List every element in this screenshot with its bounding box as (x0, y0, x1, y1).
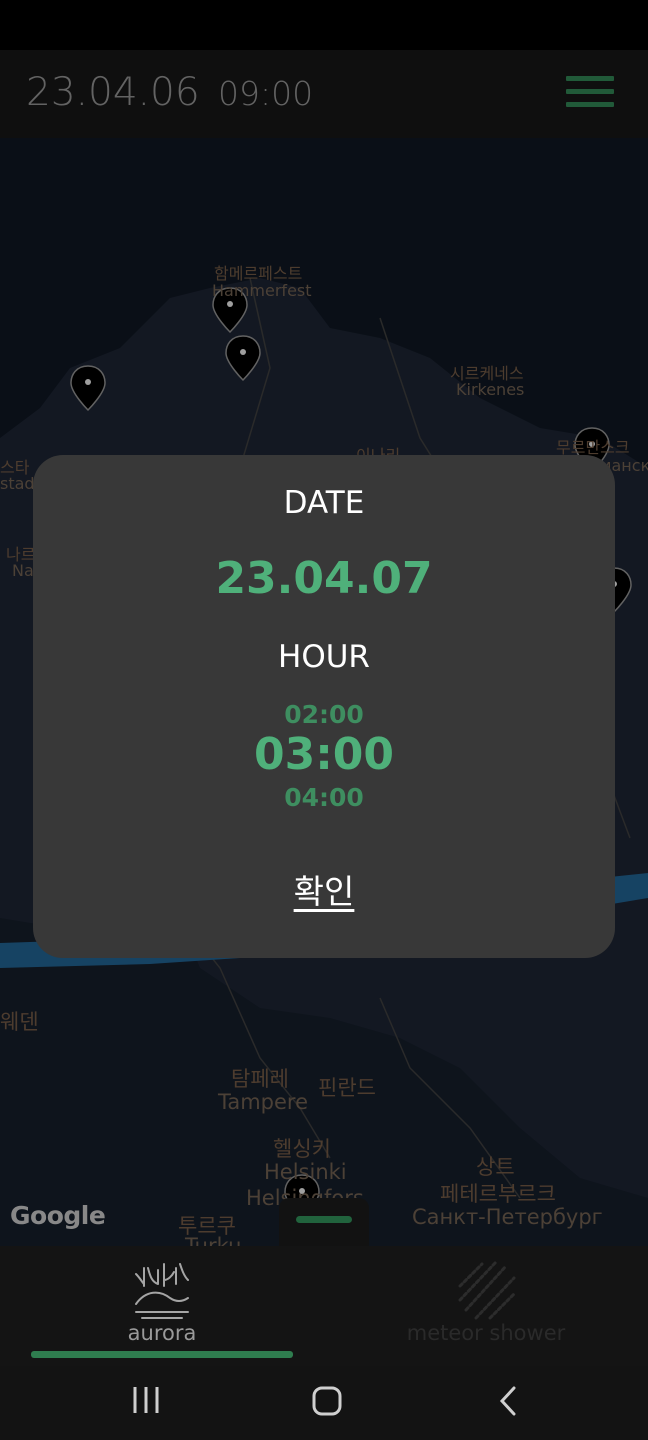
recent-apps-icon[interactable] (131, 1384, 161, 1416)
system-navigation-bar (0, 1366, 648, 1440)
home-icon[interactable] (310, 1384, 344, 1418)
hour-option-selected[interactable]: 03:00 (33, 729, 615, 780)
tab-meteor-shower[interactable]: meteor shower (324, 1246, 648, 1366)
tab-meteor-shower-label: meteor shower (406, 1321, 566, 1345)
date-value[interactable]: 23.04.07 (33, 553, 615, 604)
bottom-navigation: aurora meteor shower (0, 1246, 648, 1366)
date-label: DATE (283, 485, 365, 521)
back-icon[interactable] (496, 1384, 522, 1418)
aurora-icon (135, 1263, 189, 1319)
confirm-button[interactable]: 확인 (274, 865, 374, 913)
tab-aurora-label: aurora (127, 1321, 197, 1345)
hour-option-next[interactable]: 04:00 (33, 783, 615, 812)
active-tab-indicator (31, 1351, 293, 1358)
tab-aurora[interactable]: aurora (0, 1246, 324, 1366)
hour-option-previous[interactable]: 02:00 (33, 700, 615, 729)
meteor-shower-icon (458, 1260, 516, 1320)
hour-label: HOUR (278, 639, 370, 675)
date-hour-picker-dialog: DATE 23.04.07 HOUR 02:00 03:00 04:00 확인 (33, 455, 615, 958)
status-bar (0, 0, 648, 50)
